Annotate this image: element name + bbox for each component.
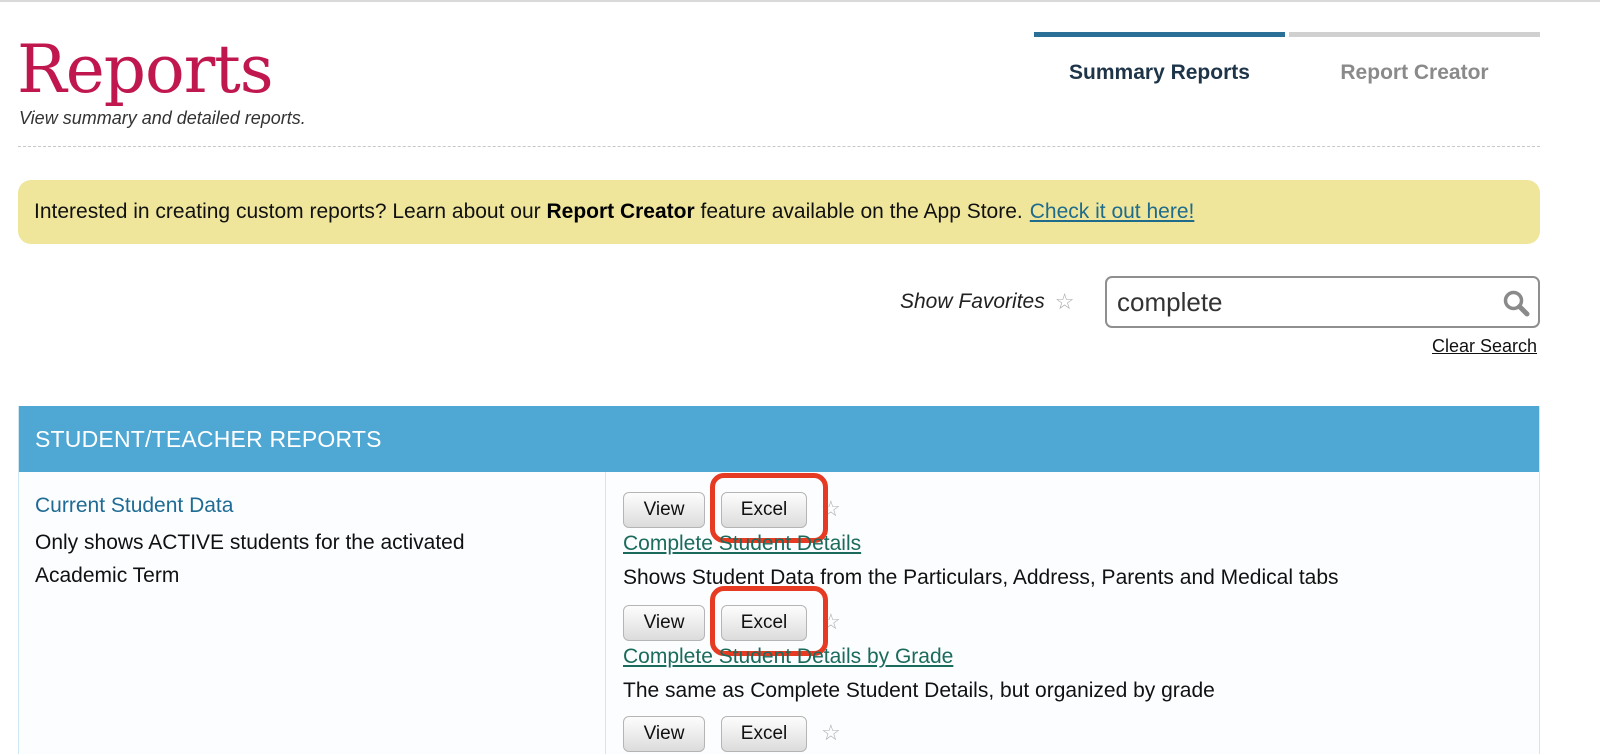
section-header: STUDENT/TEACHER REPORTS — [19, 406, 1539, 472]
report-description: Shows Student Data from the Particulars,… — [623, 566, 1339, 589]
promo-banner: Interested in creating custom reports? L… — [18, 180, 1540, 244]
star-outline-icon[interactable]: ☆ — [1055, 291, 1075, 313]
excel-button[interactable]: Excel — [721, 716, 807, 752]
clear-search-link[interactable]: Clear Search — [1432, 336, 1537, 357]
page-title: Reports — [17, 31, 274, 108]
view-button[interactable]: View — [623, 492, 705, 528]
search-icon[interactable] — [1502, 289, 1530, 317]
category-column: Current Student Data Only shows ACTIVE s… — [19, 472, 606, 754]
report-tabs: Summary Reports Report Creator — [1034, 32, 1540, 108]
favorite-star-icon[interactable]: ☆ — [821, 609, 841, 635]
category-title-link[interactable]: Current Student Data — [35, 494, 589, 518]
title-divider — [18, 146, 1540, 147]
report-description: The same as Complete Student Details, bu… — [623, 679, 1215, 702]
top-border — [0, 0, 1600, 2]
favorite-star-icon[interactable]: ☆ — [821, 720, 841, 746]
search-box — [1105, 276, 1540, 328]
promo-link[interactable]: Check it out here! — [1030, 200, 1195, 224]
category-description: Only shows ACTIVE students for the activ… — [35, 531, 465, 587]
search-input[interactable] — [1107, 282, 1487, 322]
tab-report-creator[interactable]: Report Creator — [1289, 32, 1540, 108]
student-teacher-reports-section: STUDENT/TEACHER REPORTS Current Student … — [18, 406, 1540, 754]
report-title-link[interactable]: Complete Student Details — [623, 532, 861, 556]
show-favorites-label: Show Favorites — [900, 290, 1045, 313]
view-button[interactable]: View — [623, 605, 705, 641]
excel-button[interactable]: Excel — [721, 605, 807, 641]
promo-text-after: feature available on the App Store. — [700, 200, 1023, 223]
favorite-star-icon[interactable]: ☆ — [821, 496, 841, 522]
promo-text-before: Interested in creating custom reports? L… — [34, 200, 541, 223]
show-favorites-toggle[interactable]: Show Favorites ☆ — [900, 290, 1074, 314]
excel-button[interactable]: Excel — [721, 492, 807, 528]
report-title-link[interactable]: Complete Student Details by Grade — [623, 645, 953, 669]
tab-summary-reports[interactable]: Summary Reports — [1034, 32, 1285, 108]
view-button[interactable]: View — [623, 716, 705, 752]
page-subtitle: View summary and detailed reports. — [19, 108, 306, 128]
promo-bold-text: Report Creator — [546, 200, 695, 223]
